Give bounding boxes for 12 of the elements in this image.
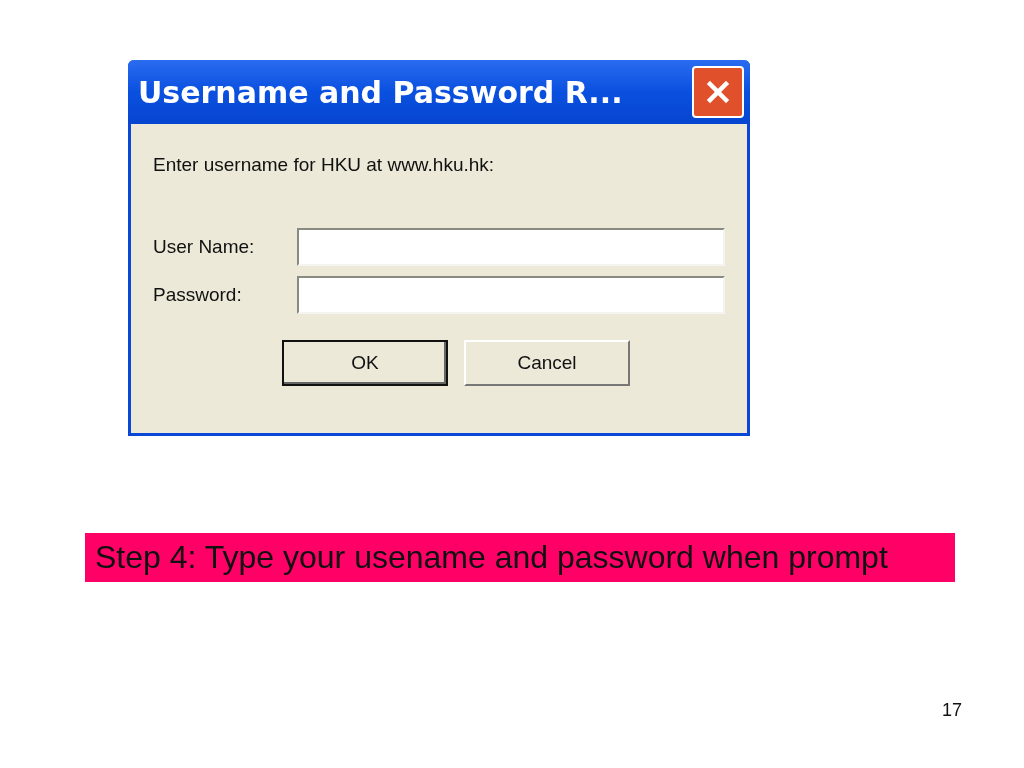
dialog-button[interactable]: Cancel — [464, 340, 630, 386]
field-label: User Name: — [153, 236, 256, 258]
page-number: 17 — [941, 700, 962, 721]
close-button[interactable] — [692, 66, 744, 118]
window-title: Username and Password R... — [138, 74, 623, 110]
field-label: Password: — [153, 284, 243, 306]
input-field[interactable] — [297, 228, 725, 266]
close-icon — [705, 79, 731, 105]
prompt-text: Enter username for HKU at www.hku.hk: — [153, 154, 496, 176]
step-caption: Step 4: Type your usename and password when prompt — [85, 533, 955, 582]
dialog-button[interactable]: OK — [282, 340, 448, 386]
input-field[interactable] — [297, 276, 725, 314]
